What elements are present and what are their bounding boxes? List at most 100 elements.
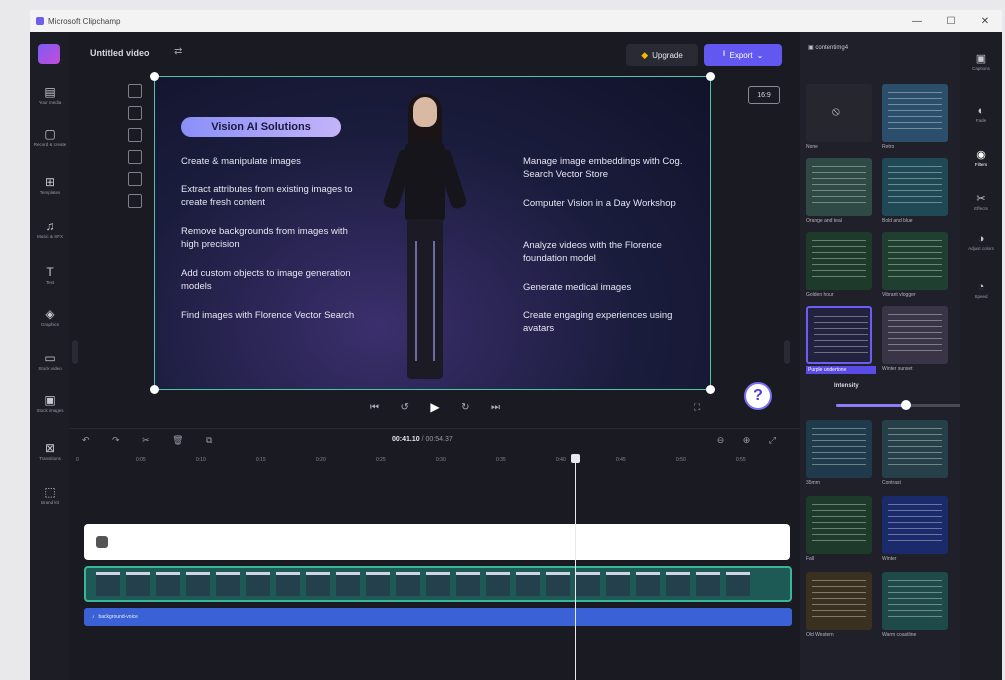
export-button[interactable]: ⭱ Export ⌄ — [704, 44, 782, 66]
help-button[interactable]: ? — [744, 382, 772, 410]
transitions-icon: ⊠ — [44, 441, 56, 455]
close-button[interactable]: ✕ — [968, 10, 1002, 32]
rewind-icon[interactable]: ↺ — [400, 402, 408, 413]
overlay-track-clip[interactable] — [84, 524, 790, 560]
chevron-down-icon: ⌄ — [756, 50, 764, 60]
fit-icon[interactable] — [128, 84, 142, 98]
filter-card-contrast[interactable] — [882, 420, 948, 478]
filter-card-warm-coastline[interactable] — [882, 572, 948, 630]
camera-icon: ▢ — [44, 127, 56, 141]
sidebar-item-stock-video[interactable]: ▭ Stock video — [30, 350, 70, 386]
filter-card-vibrant-vlogger[interactable] — [882, 232, 948, 290]
video-thumbnail — [336, 572, 360, 596]
editor-toolbar: Untitled video ⇄ ◆ Upgrade ⭱ Export ⌄ — [70, 32, 800, 76]
playhead-handle[interactable] — [571, 454, 580, 463]
minimize-button[interactable]: — — [900, 10, 934, 32]
rotate-icon[interactable] — [128, 150, 142, 164]
rail-item-adjust-colors[interactable]: ◑ Adjust colors — [960, 232, 1002, 251]
intensity-slider[interactable] — [836, 400, 976, 410]
video-thumbnail — [696, 572, 720, 596]
filter-name: Retro — [882, 144, 895, 150]
filter-preview — [812, 240, 866, 280]
slide-title-pill: Vision AI Solutions — [181, 117, 341, 137]
intensity-slider-knob[interactable] — [901, 400, 911, 410]
layer-icon[interactable] — [128, 194, 142, 208]
upgrade-button[interactable]: ◆ Upgrade — [626, 44, 698, 66]
filter-card-bold-and-blue[interactable] — [882, 158, 948, 216]
edit-tools[interactable]: ↶ ↷ ✂ 🗑 ⧉ — [82, 435, 222, 446]
sidebar-item-templates[interactable]: ⊞ Templates — [30, 174, 70, 210]
forward-icon[interactable]: ↻ — [461, 402, 469, 413]
video-thumbnail — [576, 572, 600, 596]
music-note-icon: ♫ — [45, 219, 55, 233]
filter-name: Warm coastline — [882, 632, 917, 638]
filter-card-old-western[interactable] — [806, 572, 872, 630]
app-logo — [38, 44, 60, 64]
rail-item-effects[interactable]: ✂ Effects — [960, 192, 1002, 211]
filters-icon: ◉ — [976, 149, 986, 161]
project-name[interactable]: Untitled video — [90, 48, 150, 58]
play-icon[interactable]: ▶ — [430, 400, 439, 414]
resize-handle[interactable] — [706, 385, 715, 394]
resize-handle[interactable] — [150, 385, 159, 394]
timeline-toolbar: ↶ ↷ ✂ 🗑 ⧉ 00:41.10 / 00:54.37 ⊖ ⊕ ⤢ — [70, 428, 800, 452]
filter-card-none[interactable]: ⦸ — [806, 84, 872, 142]
filter-name: Winter — [882, 556, 897, 562]
skip-forward-icon[interactable]: ⏭ — [491, 402, 500, 413]
filter-preview — [888, 504, 942, 544]
filter-card-purple-undertone[interactable] — [806, 306, 872, 364]
sidebar-item-stock-images[interactable]: ▣ Stock images — [30, 392, 70, 428]
sidebar-item-label: Transitions — [39, 456, 61, 461]
video-thumbnail — [516, 572, 540, 596]
audio-track-clip[interactable]: ♪ background-voice — [84, 608, 792, 626]
filter-card-orange-and-teal[interactable] — [806, 158, 872, 216]
preview-canvas[interactable]: Vision AI Solutions Create & manipulate … — [150, 72, 715, 394]
sidebar-item-your-media[interactable]: ▤ Your media — [30, 84, 70, 120]
skip-back-icon[interactable]: ⏮ — [370, 402, 379, 413]
right-bullet: Computer Vision in a Day Workshop — [523, 198, 676, 209]
resize-handle[interactable] — [706, 72, 715, 81]
timeline-playhead[interactable] — [571, 454, 580, 680]
timeline-ruler[interactable]: 0 0:05 0:10 0:15 0:20 0:25 0:30 0:35 0:4… — [70, 454, 800, 468]
aspect-ratio-button[interactable]: 16:9 — [748, 86, 780, 104]
sidebar-item-graphics[interactable]: ◈ Graphics — [30, 306, 70, 342]
maximize-button[interactable]: ☐ — [934, 10, 968, 32]
rail-item-captions[interactable]: ▣ Captions — [960, 52, 1002, 71]
right-panel-collapse-handle[interactable] — [784, 340, 790, 364]
filter-card-winter[interactable] — [882, 496, 948, 554]
filter-card-winter-sunset[interactable] — [882, 306, 948, 364]
video-track-clip[interactable] — [84, 566, 792, 602]
diamond-icon: ◆ — [641, 49, 649, 60]
brand-kit-icon: ⬚ — [44, 485, 56, 499]
filter-card-35mm[interactable] — [806, 420, 872, 478]
filter-card-fall[interactable] — [806, 496, 872, 554]
flip-icon[interactable] — [128, 172, 142, 186]
filter-card-retro[interactable] — [882, 84, 948, 142]
translate-icon[interactable]: ⇄ — [174, 46, 182, 57]
current-time: 00:41.10 — [392, 436, 420, 443]
left-bullet: Find images with Florence Vector Search — [181, 310, 355, 321]
ruler-tick: 0:05 — [136, 457, 146, 463]
sidebar-item-music-sfx[interactable]: ♫ Music & SFX — [30, 218, 70, 254]
sidebar-item-record-create[interactable]: ▢ Record & create — [30, 126, 70, 162]
filter-card-golden-hour[interactable] — [806, 232, 872, 290]
audio-clip-label: background-voice — [98, 614, 138, 620]
filter-preview — [812, 166, 866, 206]
left-bullet: Remove backgrounds from images with high… — [181, 226, 348, 250]
ruler-tick: 0:55 — [736, 457, 746, 463]
zoom-tools[interactable]: ⊖ ⊕ ⤢ — [717, 435, 784, 446]
filter-preview — [814, 316, 868, 356]
sidebar-item-brand-kit[interactable]: ⬚ Brand kit — [30, 484, 70, 520]
fullscreen-icon[interactable]: ⛶ — [694, 402, 700, 413]
sidebar-item-transitions[interactable]: ⊠ Transitions — [30, 440, 70, 476]
pip-icon[interactable] — [128, 128, 142, 142]
rail-item-fade[interactable]: ◐ Fade — [960, 104, 1002, 123]
sidebar-item-text[interactable]: T Text — [30, 264, 70, 300]
window-controls: — ☐ ✕ — [900, 10, 1002, 32]
rail-item-speed[interactable]: ◔ Speed — [960, 280, 1002, 299]
crop-icon[interactable] — [128, 106, 142, 120]
filter-preview — [812, 428, 866, 468]
rail-item-filters[interactable]: ◉ Filters — [960, 148, 1002, 167]
resize-handle[interactable] — [150, 72, 159, 81]
left-panel-collapse-handle[interactable] — [72, 340, 78, 364]
